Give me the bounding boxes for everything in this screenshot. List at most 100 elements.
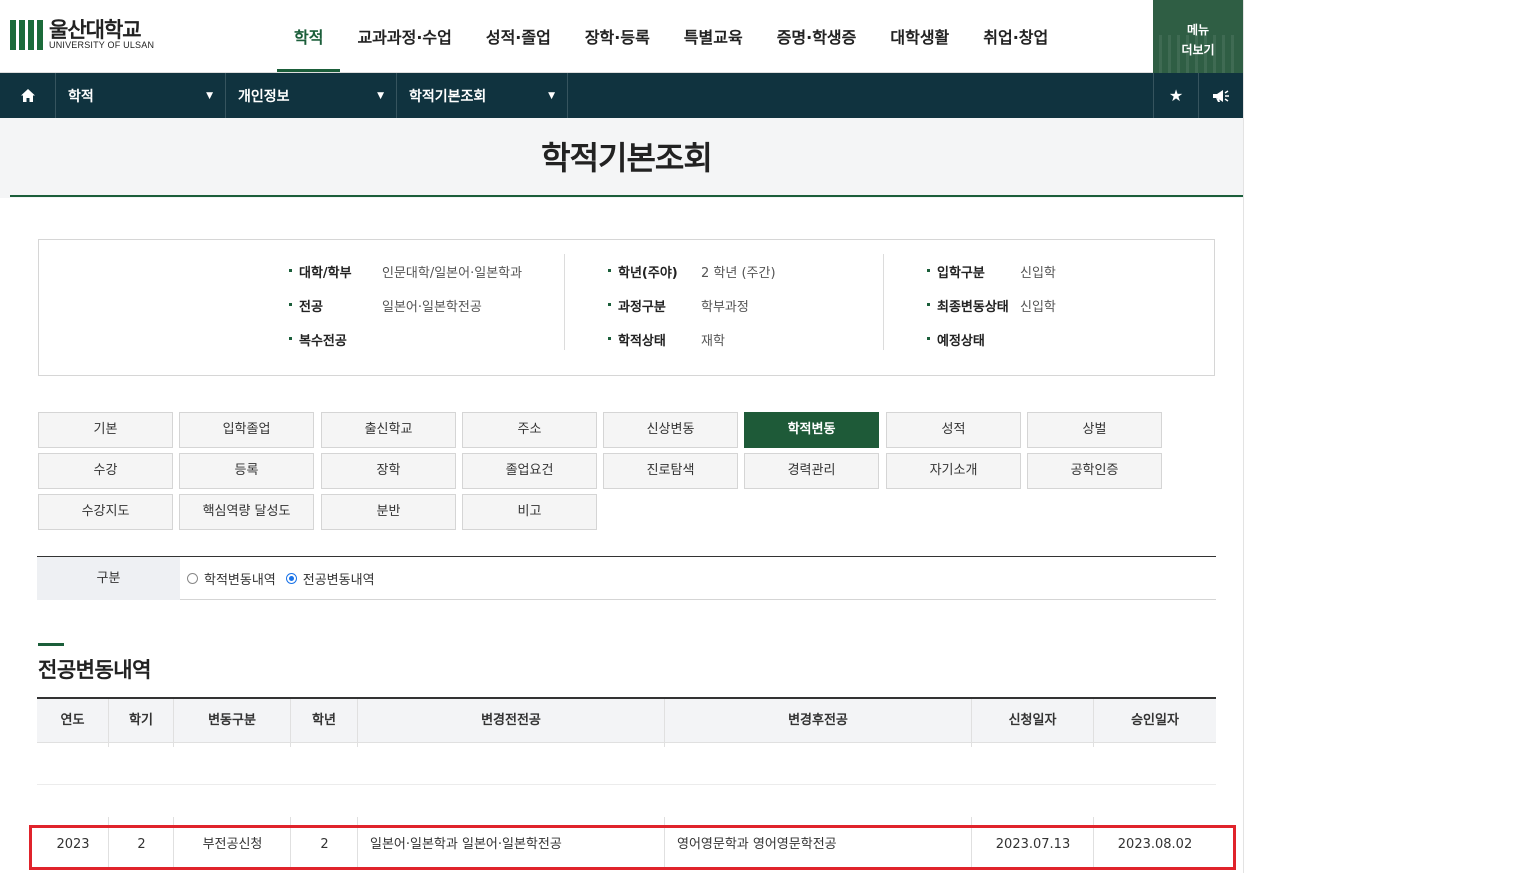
info-row: 예정상태 xyxy=(927,322,1056,356)
info-column-separator xyxy=(564,254,565,350)
location-level1-label: 학적 xyxy=(68,88,94,105)
tab-basic[interactable]: 기본 xyxy=(38,412,173,448)
tab-admission-graduation[interactable]: 입학졸업 xyxy=(179,412,314,448)
section-accent-bar xyxy=(38,643,64,646)
info-key: 예정상태 xyxy=(927,330,1020,349)
location-dropdown-level1[interactable]: 학적 ▼ xyxy=(56,73,226,118)
tab-courses[interactable]: 수강 xyxy=(38,453,173,489)
caret-down-icon: ▼ xyxy=(377,90,384,101)
tab-scholarship[interactable]: 장학 xyxy=(321,453,456,489)
tab-previous-school[interactable]: 출신학교 xyxy=(321,412,456,448)
home-icon xyxy=(20,89,35,102)
column-divider xyxy=(108,743,109,747)
column-divider xyxy=(173,743,174,747)
info-value: 인문대학/일본어·일본학과 xyxy=(382,265,523,281)
caret-down-icon: ▼ xyxy=(548,90,555,101)
column-header: 변경전전공 xyxy=(358,699,665,743)
filter-row: 구분 학적변동내역 전공변동내역 xyxy=(37,556,1216,600)
radio-checked-icon xyxy=(285,573,297,584)
gnb-item-special-edu[interactable]: 특별교육 xyxy=(667,0,760,72)
info-value: 학부과정 xyxy=(701,299,749,315)
info-key: 입학구분 xyxy=(927,262,1020,281)
caret-down-icon: ▼ xyxy=(206,90,213,101)
gnb-item-campus-life[interactable]: 대학생활 xyxy=(873,0,966,72)
column-divider xyxy=(664,743,665,747)
page-title: 학적기본조회 xyxy=(541,139,713,177)
tab-personal-change[interactable]: 신상변동 xyxy=(603,412,738,448)
megaphone-icon xyxy=(1213,89,1229,102)
tab-address[interactable]: 주소 xyxy=(462,412,597,448)
column-header: 신청일자 xyxy=(972,699,1094,743)
tab-graduation-requirements[interactable]: 졸업요건 xyxy=(462,453,597,489)
table-header: 연도 학기 변동구분 학년 변경전전공 변경후전공 신청일자 승인일자 xyxy=(37,697,1216,743)
gnb-item-hakjeok[interactable]: 학적 xyxy=(277,0,341,72)
tab-class-section[interactable]: 분반 xyxy=(321,494,456,530)
info-key: 복수전공 xyxy=(289,330,382,349)
global-nav: 학적 교과과정·수업 성적·졸업 장학·등록 특별교육 증명·학생증 대학생활 … xyxy=(277,0,1065,72)
info-value: 재학 xyxy=(701,333,725,349)
logo-name-ko: 울산대학교 xyxy=(49,18,142,42)
filter-radio-group: 학적변동내역 전공변동내역 xyxy=(187,557,385,600)
tab-rewards-penalties[interactable]: 상벌 xyxy=(1027,412,1162,448)
info-value: 일본어·일본학전공 xyxy=(382,299,482,315)
home-button[interactable] xyxy=(0,73,56,118)
radio-record-change[interactable]: 학적변동내역 xyxy=(187,569,276,588)
table-gap-line xyxy=(37,784,1216,785)
menu-more-line2: 더보기 xyxy=(1181,43,1215,57)
location-dropdown-level2[interactable]: 개인정보 ▼ xyxy=(226,73,397,118)
tab-self-introduction[interactable]: 자기소개 xyxy=(886,453,1021,489)
tab-engineering-cert[interactable]: 공학인증 xyxy=(1027,453,1162,489)
top-header: 울산대학교 UNIVERSITY OF ULSAN 학적 교과과정·수업 성적·… xyxy=(0,0,1243,73)
info-key: 최종변동상태 xyxy=(927,296,1020,315)
column-header: 변경후전공 xyxy=(665,699,972,743)
tab-remarks[interactable]: 비고 xyxy=(462,494,597,530)
location-bar: 학적 ▼ 개인정보 ▼ 학적기본조회 ▼ ★ xyxy=(0,73,1243,118)
info-key: 학적상태 xyxy=(608,330,701,349)
info-row: 전공 일본어·일본학전공 xyxy=(289,288,522,322)
column-divider xyxy=(971,743,972,747)
gnb-item-grades[interactable]: 성적·졸업 xyxy=(469,0,568,72)
logo-mark-icon xyxy=(10,20,43,50)
info-key: 학년(주야) xyxy=(608,262,701,281)
gnb-item-scholarship[interactable]: 장학·등록 xyxy=(568,0,667,72)
radio-major-change[interactable]: 전공변동내역 xyxy=(285,569,375,588)
gnb-item-curriculum[interactable]: 교과과정·수업 xyxy=(340,0,468,72)
menu-more-button[interactable]: 메뉴 더보기 xyxy=(1153,0,1243,73)
tab-registration[interactable]: 등록 xyxy=(179,453,314,489)
column-divider xyxy=(357,743,358,747)
column-header: 연도 xyxy=(37,699,109,743)
tab-career-management[interactable]: 경력관리 xyxy=(744,453,879,489)
star-icon: ★ xyxy=(1168,86,1184,105)
tab-grades[interactable]: 성적 xyxy=(886,412,1021,448)
info-value: 2 학년 (주간) xyxy=(701,265,776,281)
info-row: 복수전공 xyxy=(289,322,522,356)
info-column-2: 학년(주야) 2 학년 (주간) 과정구분 학부과정 학적상태 재학 xyxy=(608,254,776,356)
location-level3-label: 학적기본조회 xyxy=(409,88,487,105)
title-divider xyxy=(10,195,1243,197)
info-key: 과정구분 xyxy=(608,296,701,315)
location-dropdown-level3[interactable]: 학적기본조회 ▼ xyxy=(397,73,568,118)
tab-course-guidance[interactable]: 수강지도 xyxy=(38,494,173,530)
tab-career-exploration[interactable]: 진로탐색 xyxy=(603,453,738,489)
favorite-button[interactable]: ★ xyxy=(1153,73,1198,118)
info-row: 입학구분 신입학 xyxy=(927,254,1056,288)
radio-label: 전공변동내역 xyxy=(302,573,375,588)
info-key: 전공 xyxy=(289,296,382,315)
info-value: 신입학 xyxy=(1020,265,1056,281)
column-header: 학년 xyxy=(291,699,358,743)
gnb-item-certificates[interactable]: 증명·학생증 xyxy=(760,0,874,72)
university-logo[interactable]: 울산대학교 UNIVERSITY OF ULSAN xyxy=(10,20,154,50)
tab-core-competency[interactable]: 핵심역량 달성도 xyxy=(179,494,314,530)
info-row: 대학/학부 인문대학/일본어·일본학과 xyxy=(289,254,522,288)
info-column-1: 대학/학부 인문대학/일본어·일본학과 전공 일본어·일본학전공 복수전공 xyxy=(289,254,522,356)
info-row: 학년(주야) 2 학년 (주간) xyxy=(608,254,776,288)
gnb-item-career[interactable]: 취업·창업 xyxy=(966,0,1065,72)
tab-record-change[interactable]: 학적변동 xyxy=(744,412,879,448)
info-row: 과정구분 학부과정 xyxy=(608,288,776,322)
menu-more-line1: 메뉴 xyxy=(1186,23,1210,37)
highlight-box xyxy=(29,825,1236,870)
filter-label: 구분 xyxy=(37,557,180,600)
notice-button[interactable] xyxy=(1198,73,1243,118)
column-header: 변동구분 xyxy=(174,699,291,743)
content-right-border xyxy=(1243,0,1244,873)
